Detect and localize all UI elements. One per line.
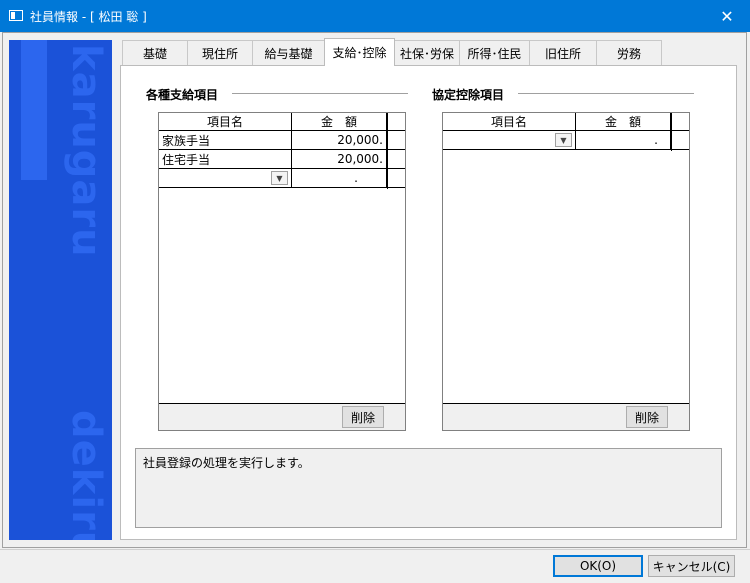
delete-payment-button[interactable]: 削除 [342,406,384,428]
chevron-down-icon[interactable]: ▼ [271,171,288,185]
brand-logo-bottom: dekiru [63,410,109,540]
delete-deduction-button[interactable]: 削除 [626,406,668,428]
app-icon [9,10,23,21]
column-header-amount: 金 額 [292,113,387,131]
payment-row-name[interactable]: 家族手当 [159,131,292,150]
tab-labor[interactable]: 労務 [596,40,662,65]
payment-row-name[interactable]: 住宅手当 [159,150,292,169]
brand-logo-top: karugaru [63,44,109,258]
payment-row-extra [387,131,405,150]
deduction-items-title: 協定控除項目 [432,86,511,103]
deduction-new-row-extra [671,131,689,150]
payment-row-amount[interactable]: 20,000. [292,150,387,169]
payment-new-row-extra [387,169,405,188]
ok-button[interactable]: OK(O) [553,555,643,577]
deduction-new-row-name[interactable]: ▼ [443,131,576,150]
payment-row-amount[interactable]: 20,000. [292,131,387,150]
cancel-button[interactable]: キャンセル(C) [648,555,735,577]
window-title: 社員情報 - [ 松田 聡 ] [30,10,147,24]
brand-stripe [21,40,47,180]
payment-items-grid: 項目名 金 額 家族手当 20,000. 住宅手当 20,000. ▼ . 削除 [158,112,406,431]
column-header-amount: 金 額 [576,113,671,131]
column-header-item-name: 項目名 [159,113,292,131]
payment-new-row-name[interactable]: ▼ [159,169,292,188]
close-icon[interactable]: ✕ [704,0,750,32]
payment-items-title: 各種支給項目 [146,86,225,103]
status-message: 社員登録の処理を実行します。 [143,456,310,470]
tab-current-address[interactable]: 現住所 [187,40,253,65]
title-bar: 社員情報 - [ 松田 聡 ] ✕ [0,0,750,32]
chevron-down-icon[interactable]: ▼ [555,133,572,147]
grid-line [387,113,388,189]
tab-social-insurance[interactable]: 社保･労保 [394,40,460,65]
status-message-box: 社員登録の処理を実行します。 [135,448,722,528]
grid-line [671,113,672,151]
grid-footer: 削除 [443,403,689,430]
payment-new-row-amount[interactable]: . [292,169,387,188]
column-header-item-name: 項目名 [443,113,576,131]
tab-previous-address[interactable]: 旧住所 [529,40,597,65]
deduction-items-grid: 項目名 金 額 ▼ . 削除 [442,112,690,431]
grid-footer: 削除 [159,403,405,430]
deduction-new-row-amount[interactable]: . [576,131,671,150]
tab-payments-deductions[interactable]: 支給･控除 [324,38,395,66]
payment-row-extra [387,150,405,169]
tab-salary-basis[interactable]: 給与基礎 [252,40,325,65]
column-header-extra [387,113,405,131]
tab-basic[interactable]: 基礎 [122,40,188,65]
brand-side-panel: karugaru dekiru [9,40,112,540]
group-divider [518,93,694,94]
tab-income-resident-tax[interactable]: 所得･住民 [459,40,530,65]
column-header-extra [671,113,689,131]
footer-divider [0,549,750,550]
group-divider [232,93,408,94]
